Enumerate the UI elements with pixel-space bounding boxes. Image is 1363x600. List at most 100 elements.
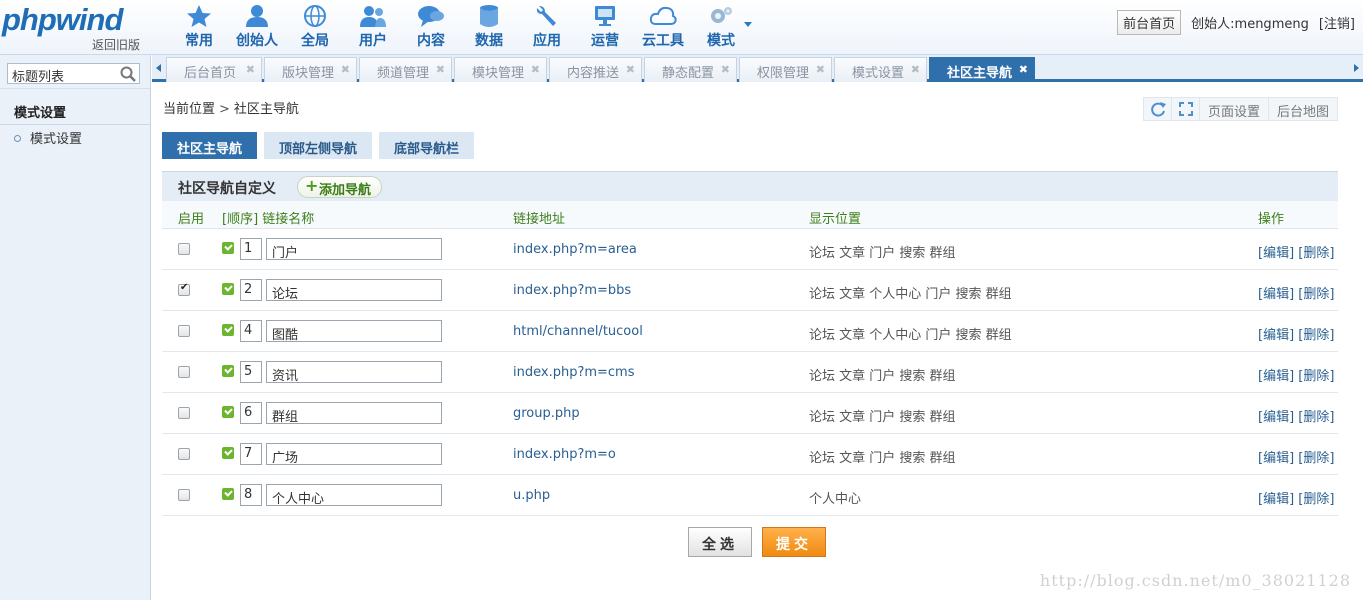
site-map-button[interactable]: 后台地图 (1269, 98, 1337, 120)
order-input[interactable]: 4 (240, 320, 262, 342)
checked-icon[interactable] (222, 242, 234, 254)
close-icon[interactable]: ✖ (721, 63, 730, 76)
tab-permission-manage[interactable]: 权限管理 ✖ (739, 57, 832, 82)
subtab-top-left-nav[interactable]: 顶部左侧导航 (264, 132, 373, 159)
nav-operations[interactable]: 运营 (576, 0, 634, 55)
checked-icon[interactable] (222, 324, 234, 336)
name-input[interactable]: 广场 (266, 443, 442, 466)
page-settings-button[interactable]: 页面设置 (1200, 98, 1269, 120)
checked-icon[interactable] (222, 488, 234, 500)
edit-link[interactable]: [编辑] (1258, 492, 1294, 507)
main-content: 当前位置 > 社区主导航 页面设置 后台地图 社区主导航 顶部左侧导航 底部导航栏 … (152, 85, 1363, 600)
nav-global[interactable]: 全局 (286, 0, 344, 55)
enable-checkbox[interactable] (178, 243, 190, 255)
nav-apps[interactable]: 应用 (518, 0, 576, 55)
enable-checkbox[interactable] (178, 489, 190, 501)
name-input[interactable]: 论坛 (266, 279, 442, 302)
order-input[interactable]: 8 (240, 484, 262, 506)
link-url: index.php?m=cms (513, 365, 635, 380)
sidebar-item-mode-settings[interactable]: 模式设置 (14, 128, 82, 147)
enable-checkbox[interactable] (178, 282, 190, 296)
edit-link[interactable]: [编辑] (1258, 328, 1294, 343)
nav-common[interactable]: 常用 (170, 0, 228, 55)
checked-icon[interactable] (222, 365, 234, 377)
tab-module-manage[interactable]: 模块管理 ✖ (454, 57, 547, 82)
logout-link[interactable]: [注销] (1319, 13, 1355, 32)
close-icon[interactable]: ✖ (436, 63, 445, 76)
front-home-button[interactable]: 前台首页 (1117, 10, 1182, 35)
nav-users[interactable]: 用户 (344, 0, 402, 55)
table-row: 5 资讯 index.php?m=cms 论坛 文章 门户 搜索 群组 [编辑]… (162, 352, 1338, 393)
nav-content[interactable]: 内容 (402, 0, 460, 55)
enable-checkbox[interactable] (178, 366, 190, 378)
refresh-button[interactable] (1144, 98, 1172, 120)
delete-link[interactable]: [删除] (1298, 369, 1334, 384)
close-icon[interactable]: ✖ (816, 63, 825, 76)
tab-static-config[interactable]: 静态配置 ✖ (644, 57, 737, 82)
display-position: 个人中心 (809, 492, 862, 507)
name-input[interactable]: 图酷 (266, 320, 442, 343)
name-input[interactable]: 个人中心 (266, 484, 442, 507)
close-icon[interactable]: ✖ (246, 63, 255, 76)
subtab-community-nav[interactable]: 社区主导航 (162, 132, 258, 159)
order-input[interactable]: 2 (240, 279, 262, 301)
close-icon[interactable]: ✖ (531, 63, 540, 76)
order-input[interactable]: 7 (240, 443, 262, 465)
tab-board-manage[interactable]: 版块管理 ✖ (264, 57, 357, 82)
delete-link[interactable]: [删除] (1298, 451, 1334, 466)
delete-link[interactable]: [删除] (1298, 492, 1334, 507)
edit-link[interactable]: [编辑] (1258, 451, 1294, 466)
nav-data[interactable]: 数据 (460, 0, 518, 55)
chevron-down-icon[interactable] (744, 22, 752, 27)
checked-icon[interactable] (222, 447, 234, 459)
name-input[interactable]: 门户 (266, 238, 442, 261)
tabs: 后台首页 ✖ 版块管理 ✖ 频道管理 ✖ 模块管理 ✖ 内容推送 ✖ 静态配置 ✖ 权限管理… (166, 57, 1035, 82)
logo[interactable]: phpwind 返回旧版 (2, 2, 150, 52)
sidebar-search-value: 标题列表 (12, 70, 65, 85)
sidebar-search-input[interactable]: 标题列表 (7, 63, 140, 85)
enable-checkbox[interactable] (178, 325, 190, 337)
link-url: index.php?m=o (513, 447, 616, 462)
tab-community-nav[interactable]: 社区主导航 ✖ (929, 57, 1035, 82)
delete-link[interactable]: [删除] (1298, 328, 1334, 343)
scroll-left-icon[interactable] (154, 61, 164, 75)
nav-cloud-tools[interactable]: 云工具 (634, 0, 692, 55)
order-input[interactable]: 6 (240, 402, 262, 424)
name-input[interactable]: 群组 (266, 402, 442, 425)
close-icon[interactable]: ✖ (626, 63, 635, 76)
edit-link[interactable]: [编辑] (1258, 410, 1294, 425)
link-url: html/channel/tucool (513, 324, 643, 339)
scroll-right-icon[interactable] (1351, 61, 1361, 75)
add-nav-button[interactable]: 添加导航 (297, 176, 383, 198)
nav-mode[interactable]: 模式 (692, 0, 752, 55)
enable-checkbox[interactable] (178, 407, 190, 419)
fullscreen-button[interactable] (1172, 98, 1200, 120)
checked-icon[interactable] (222, 283, 234, 295)
delete-link[interactable]: [删除] (1298, 246, 1334, 261)
edit-link[interactable]: [编辑] (1258, 287, 1294, 302)
search-icon[interactable] (119, 65, 137, 83)
close-icon[interactable]: ✖ (341, 63, 350, 76)
nav-founder[interactable]: 创始人 (228, 0, 286, 55)
breadcrumb-root: 当前位置 (163, 102, 216, 117)
tab-mode-settings[interactable]: 模式设置 ✖ (834, 57, 927, 82)
delete-link[interactable]: [删除] (1298, 287, 1334, 302)
close-icon[interactable]: ✖ (1019, 63, 1028, 76)
edit-link[interactable]: [编辑] (1258, 369, 1294, 384)
select-all-button[interactable]: 全选 (688, 527, 752, 557)
submit-button[interactable]: 提交 (762, 527, 826, 557)
close-icon[interactable]: ✖ (911, 63, 920, 76)
tab-content-push[interactable]: 内容推送 ✖ (549, 57, 642, 82)
order-input[interactable]: 1 (240, 238, 262, 260)
breadcrumb: 当前位置 > 社区主导航 (163, 98, 299, 117)
subtab-footer-nav[interactable]: 底部导航栏 (379, 132, 475, 159)
back-to-old-version-link[interactable]: 返回旧版 (92, 36, 140, 53)
tab-admin-home[interactable]: 后台首页 ✖ (166, 57, 262, 82)
checked-icon[interactable] (222, 406, 234, 418)
order-input[interactable]: 5 (240, 361, 262, 383)
edit-link[interactable]: [编辑] (1258, 246, 1294, 261)
tab-channel-manage[interactable]: 频道管理 ✖ (359, 57, 452, 82)
enable-checkbox[interactable] (178, 448, 190, 460)
name-input[interactable]: 资讯 (266, 361, 442, 384)
delete-link[interactable]: [删除] (1298, 410, 1334, 425)
